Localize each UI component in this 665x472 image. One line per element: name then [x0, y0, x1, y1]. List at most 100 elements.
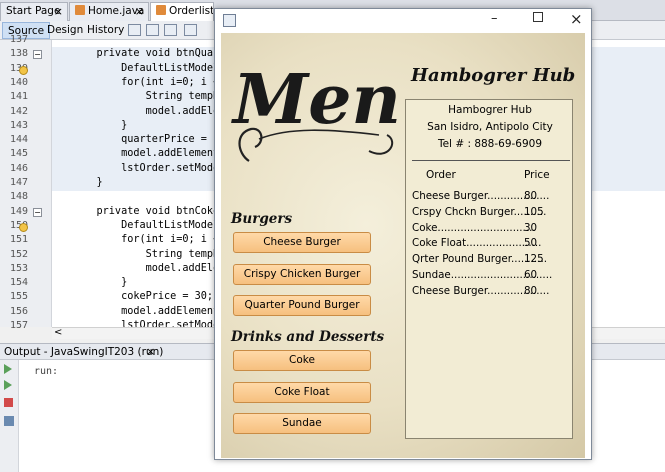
console-text: run: — [34, 366, 59, 377]
code-line[interactable]: String tempHead — [72, 249, 238, 260]
line-number: 137 — [9, 34, 28, 45]
code-line[interactable]: } — [72, 120, 127, 131]
output-title: Output - JavaSwingIT203 (run) — [4, 346, 164, 358]
line-number: 147 — [9, 177, 28, 188]
last-edit-icon[interactable] — [128, 24, 141, 36]
line-number: 148 — [9, 191, 28, 203]
code-line[interactable]: lstOrder.setModel(m — [72, 320, 238, 327]
drinks-heading: Drinks and Desserts — [231, 329, 385, 345]
app-window: – × Menu Hambogrer Hub Burgers Cheese Bu… — [214, 8, 592, 460]
receipt-address: San Isidro, Antipolo City — [427, 121, 553, 133]
java-file-icon — [75, 5, 85, 15]
code-line[interactable]: quarterPrice = 125; — [72, 134, 238, 145]
line-number: 140 — [9, 76, 28, 88]
maximize-icon[interactable] — [533, 12, 543, 22]
line-number: 149 — [9, 205, 28, 217]
java-app-icon — [223, 14, 236, 27]
line-number: 156 — [9, 305, 28, 317]
code-line[interactable]: model.addElemen — [72, 106, 238, 117]
order-item-label: Coke Float....................... — [412, 237, 542, 250]
coke-float-button[interactable]: Coke Float — [233, 382, 371, 403]
line-number: 143 — [9, 119, 28, 131]
order-item-price: 30 — [524, 221, 538, 234]
code-line[interactable]: model.addElement("C — [72, 306, 238, 317]
order-column-header: Order — [426, 169, 456, 181]
line-number: 144 — [9, 134, 28, 146]
history-mode-button[interactable]: History — [82, 22, 129, 39]
receipt-divider — [412, 160, 570, 161]
line-number: 153 — [9, 262, 28, 274]
code-line[interactable]: private void btnQuarte — [72, 48, 232, 59]
close-icon[interactable]: × — [146, 345, 155, 358]
order-item-price: 80 — [524, 190, 538, 202]
line-number: 157 — [9, 320, 28, 331]
code-line[interactable]: } — [72, 277, 127, 288]
code-line[interactable]: cokePrice = 30; — [72, 291, 213, 302]
order-item-label: Coke.............................. — [412, 221, 536, 234]
tab-start-page[interactable]: Start Page × — [0, 2, 68, 21]
warning-icon[interactable] — [19, 65, 28, 75]
fold-toggle-icon[interactable]: − — [33, 50, 42, 60]
burgers-heading: Burgers — [231, 211, 293, 227]
line-number: 152 — [9, 248, 28, 260]
line-number: 141 — [9, 91, 28, 103]
tab-home-java[interactable]: Home.java × — [69, 2, 149, 21]
output-actions — [4, 364, 14, 426]
code-line[interactable]: String tempHead — [72, 91, 238, 102]
order-receipt: Hambogrer Hub San Isidro, Antipolo City … — [405, 99, 573, 439]
java-file-icon — [156, 5, 166, 15]
order-item-price: 105 — [524, 205, 544, 218]
line-number-gutter: 137138−139140141142143144145146147148149… — [0, 34, 52, 331]
forward-icon[interactable] — [164, 24, 177, 36]
code-line[interactable]: } — [72, 177, 103, 188]
fold-toggle-icon[interactable]: − — [33, 207, 42, 217]
line-number: 155 — [9, 291, 28, 303]
coke-button[interactable]: Coke — [233, 350, 371, 371]
sundae-button[interactable]: Sundae — [233, 413, 371, 434]
output-toolbar — [0, 360, 19, 472]
code-line[interactable]: model.addElement("Q — [72, 148, 238, 159]
window-title-bar: – × — [215, 9, 591, 33]
tab-orderlist-java[interactable]: Orderlist.java — [150, 2, 214, 21]
tab-label: Orderlist.java — [169, 5, 214, 17]
find-icon[interactable] — [184, 24, 197, 36]
brand-title: Hambogrer Hub — [411, 65, 576, 86]
code-line[interactable]: private void btnCokeAc — [72, 206, 232, 217]
code-line[interactable]: for(int i=0; i < ls — [72, 234, 238, 245]
line-number: 154 — [9, 277, 28, 289]
code-line[interactable]: DefaultListModel<S — [72, 63, 231, 74]
menu-logo-art: Menu — [231, 60, 450, 162]
settings-icon[interactable] — [4, 416, 14, 426]
close-icon[interactable]: × — [54, 5, 63, 18]
order-item-price: 60 — [524, 269, 538, 281]
order-item-price: 80 — [524, 284, 538, 297]
warning-icon[interactable] — [19, 222, 28, 232]
cheese-burger-button[interactable]: Cheese Burger — [233, 232, 371, 253]
code-line[interactable]: model.addElemen — [72, 263, 238, 274]
scroll-left-icon[interactable]: < — [54, 327, 62, 338]
code-line[interactable]: lstOrder.setModel(m — [72, 163, 238, 174]
stop-icon[interactable] — [4, 398, 13, 407]
close-window-icon[interactable]: × — [570, 10, 583, 28]
order-item-price: 50 — [524, 237, 538, 250]
order-item-price: 125 — [524, 253, 544, 266]
menu-panel: Menu Hambogrer Hub Burgers Cheese Burger… — [221, 33, 585, 458]
line-number: 151 — [9, 234, 28, 246]
minimize-icon[interactable]: – — [491, 11, 498, 26]
line-number: 138 — [9, 48, 28, 60]
back-icon[interactable] — [146, 24, 159, 36]
receipt-telephone: Tel # : 888-69-6909 — [437, 138, 543, 150]
price-column-header: Price — [524, 169, 550, 181]
rerun-with-params-icon[interactable] — [4, 380, 12, 390]
crispy-chicken-burger-button[interactable]: Crispy Chicken Burger — [233, 264, 371, 285]
menu-logo: Menu — [229, 43, 450, 177]
quarter-pound-burger-button[interactable]: Quarter Pound Burger — [233, 295, 371, 316]
code-line[interactable]: DefaultListModel<S — [72, 220, 231, 231]
line-number: 142 — [9, 105, 28, 117]
line-number: 146 — [9, 162, 28, 174]
close-icon[interactable]: × — [135, 5, 144, 18]
receipt-store-name: Hambogrer Hub — [448, 104, 532, 116]
line-number: 145 — [9, 148, 28, 160]
code-line[interactable]: for(int i=0; i < ls — [72, 77, 238, 88]
rerun-icon[interactable] — [4, 364, 12, 374]
